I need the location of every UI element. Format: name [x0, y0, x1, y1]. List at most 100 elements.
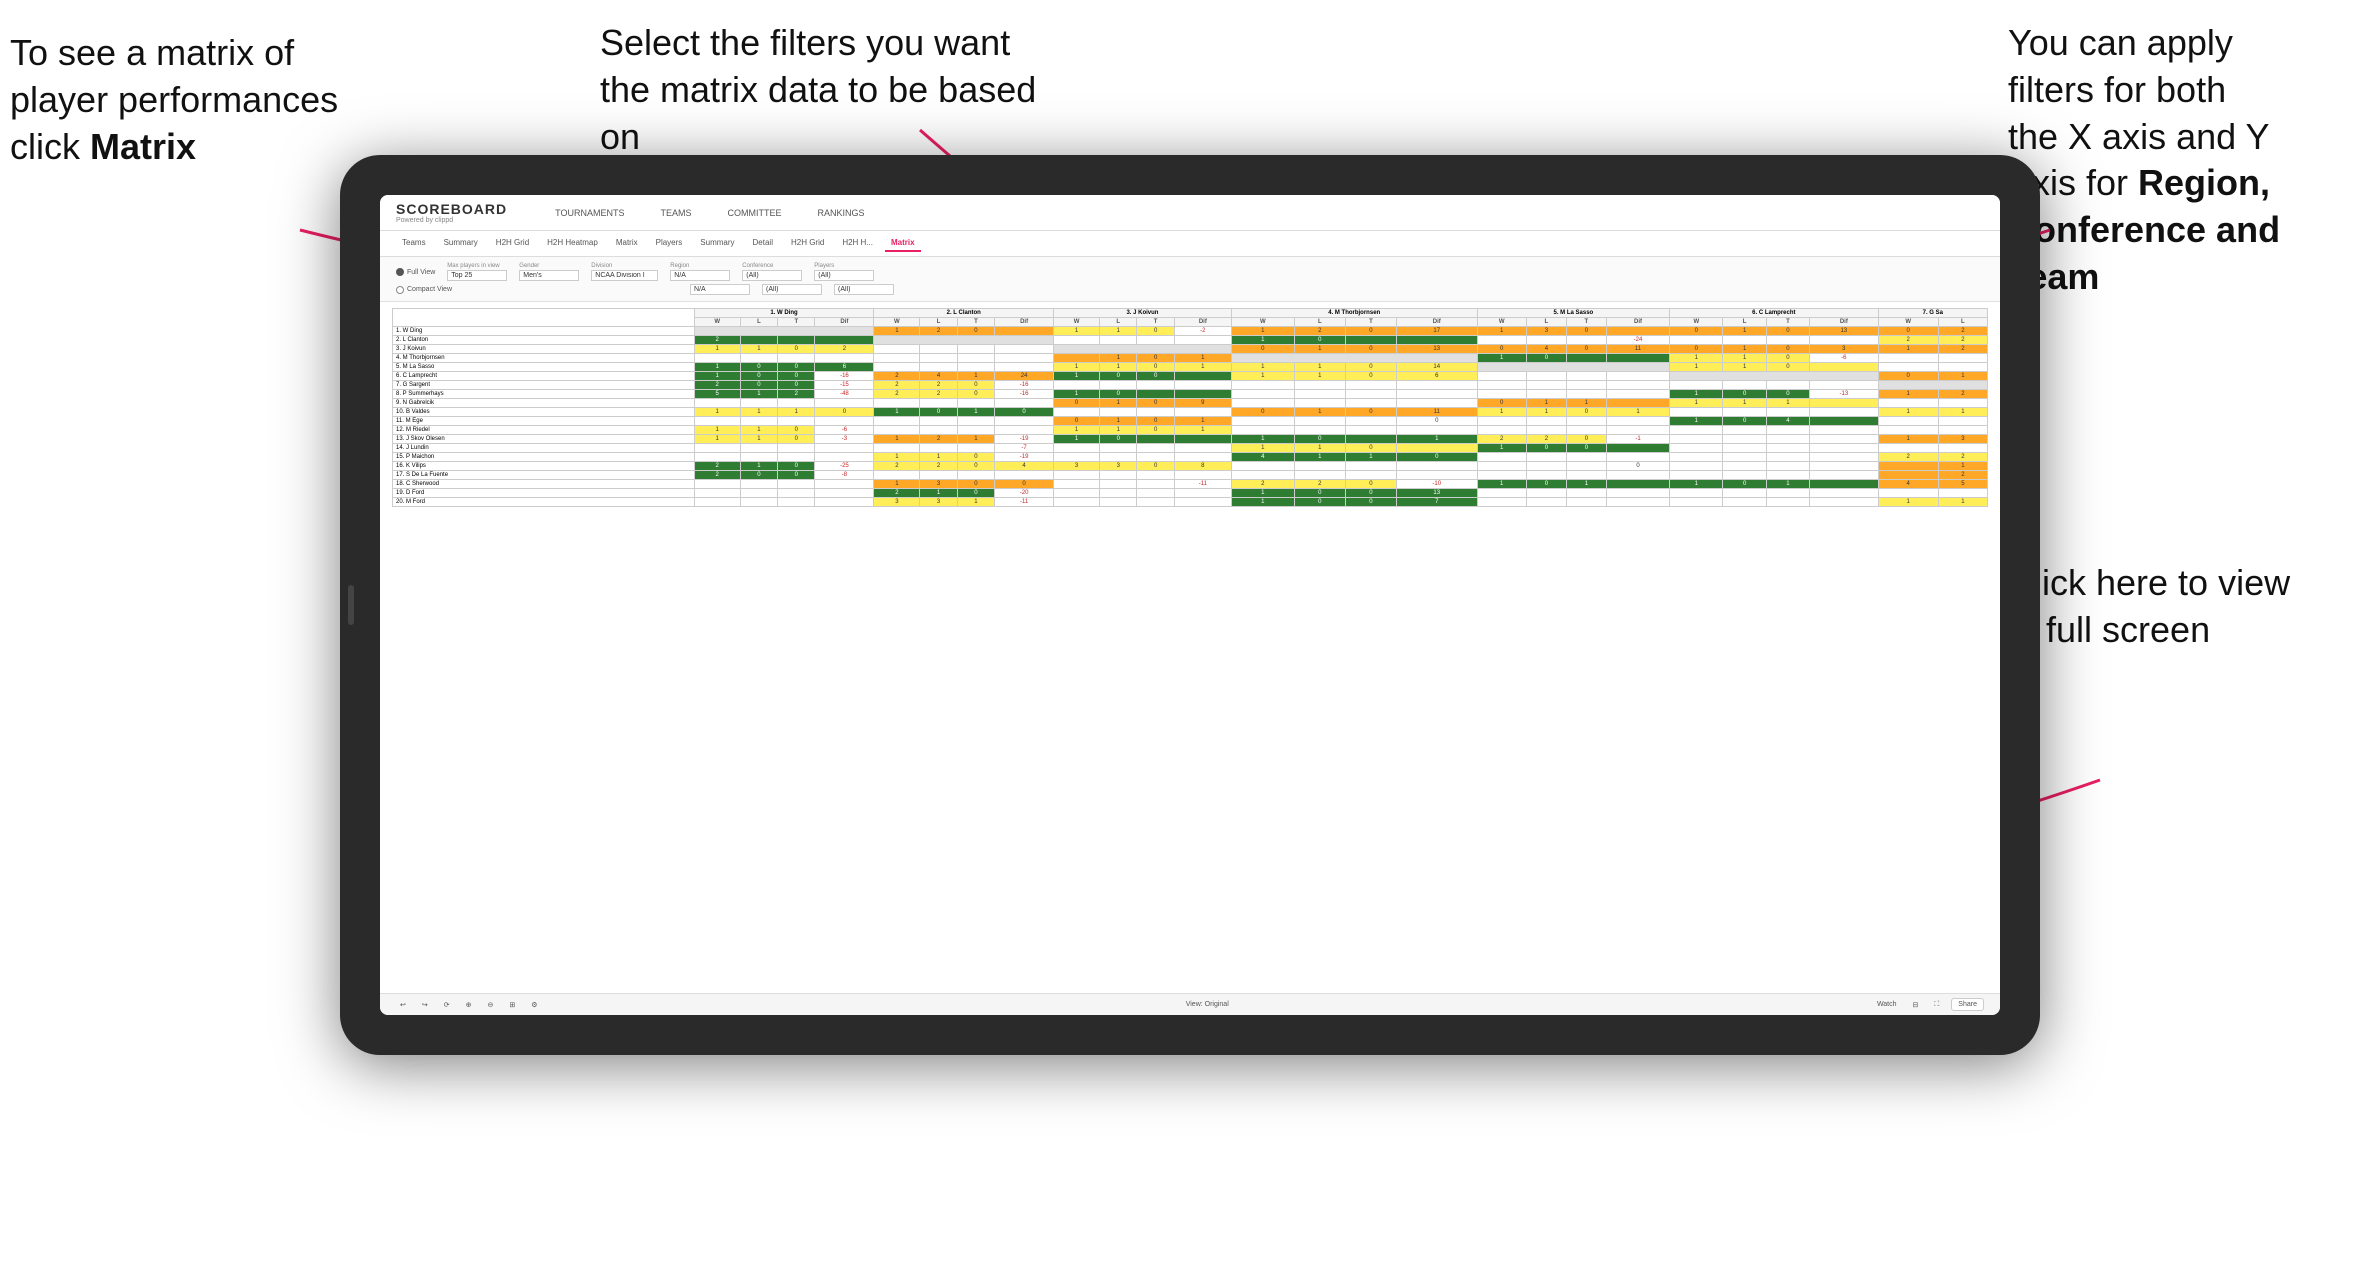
cell-w: 0: [1878, 327, 1938, 336]
zoom-btn[interactable]: ⊕: [462, 999, 476, 1011]
tab-h2h-heatmap[interactable]: H2H Heatmap: [541, 235, 604, 252]
nav-rankings[interactable]: RANKINGS: [809, 204, 872, 222]
cell-w: [1477, 336, 1526, 345]
self-cell: [694, 327, 874, 336]
tab-summary2[interactable]: Summary: [694, 235, 740, 252]
cell-w: 1: [1231, 444, 1294, 453]
player-name-cell: 20. M Ford: [393, 498, 695, 507]
cell-t: 0: [778, 345, 815, 354]
minus-btn[interactable]: ⊖: [484, 999, 498, 1011]
cell-dif: [815, 453, 874, 462]
max-players-select[interactable]: Top 25: [447, 270, 507, 281]
cell-l: [920, 354, 957, 363]
cell-l: [1294, 399, 1345, 408]
cell-w: 1: [1231, 435, 1294, 444]
undo-btn[interactable]: ↩: [396, 999, 410, 1011]
cell-l: [1526, 426, 1566, 435]
players-select2[interactable]: (All): [834, 284, 894, 295]
cell-w: 3: [1054, 462, 1100, 471]
cell-l: 1: [1100, 399, 1137, 408]
cell-l: [1526, 453, 1566, 462]
cell-t: 0: [1345, 327, 1396, 336]
cell-l: [1723, 381, 1766, 390]
cell-l: [1723, 489, 1766, 498]
cell-dif: 7: [1396, 498, 1477, 507]
conference-select2[interactable]: (All): [762, 284, 822, 295]
division-select[interactable]: NCAA Division I: [591, 270, 658, 281]
cell-dif: [1606, 471, 1669, 480]
cell-dif: 1: [1174, 426, 1231, 435]
cell-w: [1477, 471, 1526, 480]
cell-dif: -16: [995, 381, 1054, 390]
cell-w: 1: [1054, 363, 1100, 372]
cell-dif: [1174, 381, 1231, 390]
cell-w: 1: [1670, 354, 1723, 363]
gender-select[interactable]: Men's: [519, 270, 579, 281]
nav-tournaments[interactable]: TOURNAMENTS: [547, 204, 632, 222]
cell-l: [1100, 381, 1137, 390]
cell-dif: [1810, 408, 1878, 417]
redo-btn[interactable]: ↪: [418, 999, 432, 1011]
cell-t: [957, 417, 994, 426]
players-select1[interactable]: (All): [814, 270, 874, 281]
cell-dif: [995, 327, 1054, 336]
view-compact-radio[interactable]: Compact View: [396, 286, 452, 294]
cell-dif: -19: [995, 435, 1054, 444]
cell-dif: [1174, 390, 1231, 399]
cell-dif: [1396, 390, 1477, 399]
cell-w: [874, 399, 920, 408]
share-btn[interactable]: Share: [1951, 998, 1984, 1011]
region-select1[interactable]: N/A: [670, 270, 730, 281]
watch-btn[interactable]: Watch: [1873, 999, 1901, 1010]
cell-dif: 11: [1606, 345, 1669, 354]
cell-w: 1: [1231, 336, 1294, 345]
nav-teams[interactable]: TEAMS: [652, 204, 699, 222]
cell-w: [874, 345, 920, 354]
refresh-btn[interactable]: ⟳: [440, 999, 454, 1011]
cell-l: [740, 444, 777, 453]
table-row: 3. J Koivun11020101304011010312: [393, 345, 1988, 354]
cell-l: [1723, 408, 1766, 417]
cell-l: 1: [1723, 399, 1766, 408]
region-select2[interactable]: N/A: [690, 284, 750, 295]
cell-l: 2: [920, 435, 957, 444]
nav-committee[interactable]: COMMITTEE: [719, 204, 789, 222]
tab-players[interactable]: Players: [650, 235, 689, 252]
tab-h2h-h[interactable]: H2H H...: [836, 235, 879, 252]
tablet-frame: SCOREBOARD Powered by clippd TOURNAMENTS…: [340, 155, 2040, 1055]
cell-w: 1: [1054, 372, 1100, 381]
cell-dif: 13: [1396, 345, 1477, 354]
self-cell: [1670, 372, 1878, 381]
conference-select1[interactable]: (All): [742, 270, 802, 281]
fit-btn[interactable]: ⊞: [505, 999, 519, 1011]
cell-l: [1938, 426, 1987, 435]
sub-dif2: Dif: [995, 318, 1054, 327]
annotation-br-line1: Click here to view: [2008, 562, 2290, 603]
grid-btn[interactable]: ⊟: [1909, 999, 1923, 1011]
cell-l: 2: [1938, 471, 1987, 480]
cell-t: 0: [1566, 408, 1606, 417]
tab-summary[interactable]: Summary: [438, 235, 484, 252]
cell-w: [694, 498, 740, 507]
tab-h2h-grid2[interactable]: H2H Grid: [785, 235, 830, 252]
view-original-btn[interactable]: View: Original: [1182, 999, 1233, 1010]
tab-teams[interactable]: Teams: [396, 235, 432, 252]
tab-matrix[interactable]: Matrix: [610, 235, 644, 252]
cell-l: 1: [1938, 408, 1987, 417]
cell-t: [1766, 336, 1809, 345]
tab-matrix-active[interactable]: Matrix: [885, 235, 921, 252]
cell-l: 2: [1938, 453, 1987, 462]
cell-t: [1566, 417, 1606, 426]
cell-dif: [1810, 480, 1878, 489]
fullscreen-btn[interactable]: ⛶: [1930, 999, 1943, 1011]
tablet-button[interactable]: [348, 585, 354, 625]
settings-btn[interactable]: ⚙: [527, 999, 541, 1011]
cell-l: [1938, 444, 1987, 453]
cell-l: 0: [1100, 372, 1137, 381]
tab-h2h-grid[interactable]: H2H Grid: [490, 235, 535, 252]
cell-w: [1878, 363, 1938, 372]
tab-detail[interactable]: Detail: [747, 235, 779, 252]
cell-t: 0: [1345, 372, 1396, 381]
cell-t: 0: [1345, 345, 1396, 354]
view-full-radio[interactable]: Full View: [396, 268, 435, 276]
